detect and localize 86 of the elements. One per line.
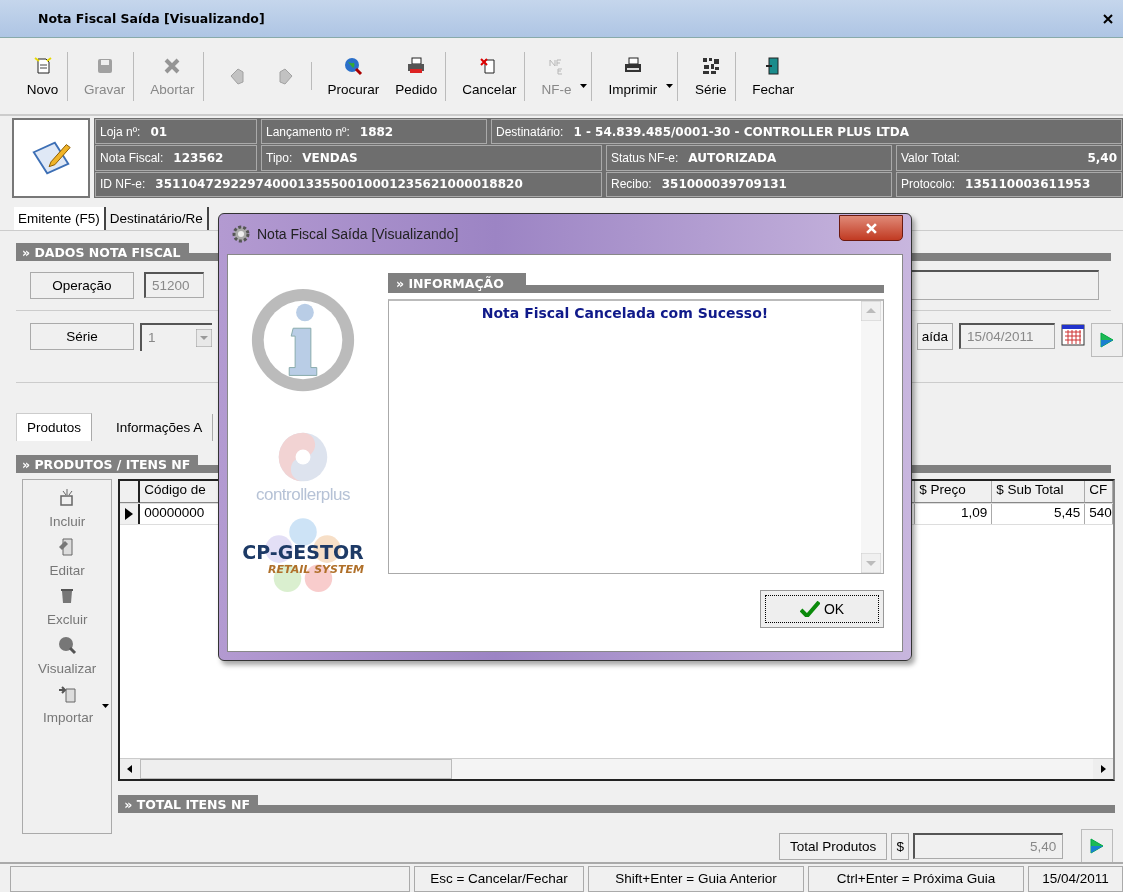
tab[interactable]: Emitente (F5)	[14, 207, 106, 230]
field-value: 1 - 54.839.485/0001-30 - CONTROLLER PLUS LTDA	[573, 124, 910, 139]
close-icon	[865, 222, 877, 234]
status-text: Shift+Enter = Guia Anterior	[588, 866, 804, 892]
caret-icon	[666, 83, 674, 88]
field-label: Total Produtos	[778, 832, 888, 860]
ok-button[interactable]: OK	[760, 590, 884, 628]
import-document-icon	[58, 684, 79, 704]
printer-icon	[406, 55, 427, 76]
document-icon	[32, 55, 53, 76]
magnifier-globe-icon	[57, 635, 78, 655]
scroll-left-icon[interactable]	[120, 759, 141, 779]
field-label: Tipo:	[266, 151, 293, 165]
dropdown-arrow-icon	[196, 328, 212, 347]
tab[interactable]: Produtos	[16, 413, 93, 441]
message-text: Nota Fiscal Cancelada com Sucesso!	[480, 304, 770, 323]
field-label: Valor Total:	[901, 151, 960, 165]
section-header: » PRODUTOS / ITENS NF	[16, 455, 199, 473]
calendar-icon[interactable]	[1061, 322, 1085, 347]
field-value: 351000039709131	[661, 177, 787, 192]
status-text: 15/04/2011	[1028, 866, 1123, 892]
toolbar-button[interactable]: Procurar	[319, 51, 388, 101]
action-button[interactable]: Visualizar	[32, 633, 103, 682]
field-value: 5,40	[1087, 151, 1117, 165]
gear-icon	[231, 224, 251, 244]
brand-logo-text: controllerplus	[255, 485, 351, 505]
field-label: aída	[916, 322, 953, 350]
globe-search-icon	[343, 55, 364, 76]
field-label: Protocolo:	[901, 177, 956, 192]
next-button[interactable]	[1091, 322, 1123, 357]
table-cell: 540	[1085, 504, 1114, 524]
caret-icon	[580, 83, 588, 88]
currency-label: $	[891, 832, 910, 860]
status-text: Ctrl+Enter = Próxima Guia	[808, 866, 1024, 892]
toolbar-button[interactable]: Novo	[18, 51, 68, 101]
dialog-title: Nota Fiscal Saída [Visualizando]	[257, 226, 460, 242]
product-tagline: RETAIL SYSTEM	[268, 562, 364, 576]
field-label: Série	[30, 322, 134, 350]
field-value: 1882	[359, 124, 394, 139]
field-value: 01	[150, 124, 168, 139]
section-header: » TOTAL ITENS NF	[118, 795, 258, 813]
tab[interactable]: Informações A	[106, 413, 214, 441]
field-value: VENDAS	[302, 151, 358, 165]
toolbar-button[interactable]: Fechar	[744, 51, 803, 101]
toolbar-button[interactable]: Imprimir	[600, 51, 679, 101]
toolbar-button[interactable]: Cancelar	[454, 51, 526, 101]
field-value: AUTORIZADA	[688, 151, 777, 165]
toolbar-button[interactable]: Série	[686, 51, 737, 101]
action-button[interactable]: Excluir	[40, 584, 94, 633]
window-title: Nota Fiscal Saída [Visualizando]	[38, 11, 265, 26]
action-button[interactable]: Editar	[43, 535, 91, 584]
table-cell: 1,09	[915, 504, 993, 524]
arrow-right-icon	[1089, 836, 1106, 856]
product-logo-text: CP-GESTOR	[242, 540, 364, 563]
table-cell: 5,45	[992, 504, 1086, 524]
field-label: Loja nº:	[100, 124, 141, 139]
checkmark-icon	[799, 601, 820, 617]
field-label: Lançamento nº:	[266, 124, 350, 139]
field-label: ID NF-e:	[100, 177, 146, 192]
field-label: Operação	[30, 271, 134, 299]
close-button[interactable]	[839, 215, 903, 241]
scrollbar-thumb[interactable]	[140, 759, 453, 779]
horizontal-scrollbar[interactable]	[120, 758, 1114, 779]
column-header[interactable]: $ Preço	[915, 481, 993, 503]
column-header[interactable]: $ Sub Total	[992, 481, 1086, 503]
close-icon[interactable]	[1103, 13, 1113, 24]
action-button[interactable]: Importar	[37, 682, 112, 731]
grid-pattern-icon	[700, 55, 721, 76]
field-label: Recibo:	[611, 177, 652, 192]
field-value: 35110472922974000133550010001235621000018820	[155, 177, 523, 192]
status-text: Esc = Cancelar/Fechar	[414, 866, 584, 892]
caret-icon	[102, 704, 110, 708]
arrow-right-icon	[1099, 329, 1115, 350]
scroll-right-icon[interactable]	[1093, 759, 1114, 779]
action-button[interactable]: Incluir	[43, 486, 92, 535]
section-header: » DADOS NOTA FISCAL	[16, 243, 189, 261]
field-value: 135110003611953	[965, 177, 1091, 192]
section-header: » INFORMAÇÃO	[388, 273, 526, 293]
field-label: Status NF-e:	[611, 151, 679, 165]
field-label: Destinatário:	[496, 124, 564, 139]
field-label: Nota Fiscal:	[100, 151, 164, 165]
field-value: 123562	[173, 151, 224, 165]
next-button[interactable]	[1081, 829, 1114, 863]
column-header[interactable]: CF	[1085, 481, 1114, 503]
tab[interactable]: Destinatário/Re	[105, 207, 209, 230]
toolbar-button[interactable]: Pedido	[387, 51, 447, 101]
